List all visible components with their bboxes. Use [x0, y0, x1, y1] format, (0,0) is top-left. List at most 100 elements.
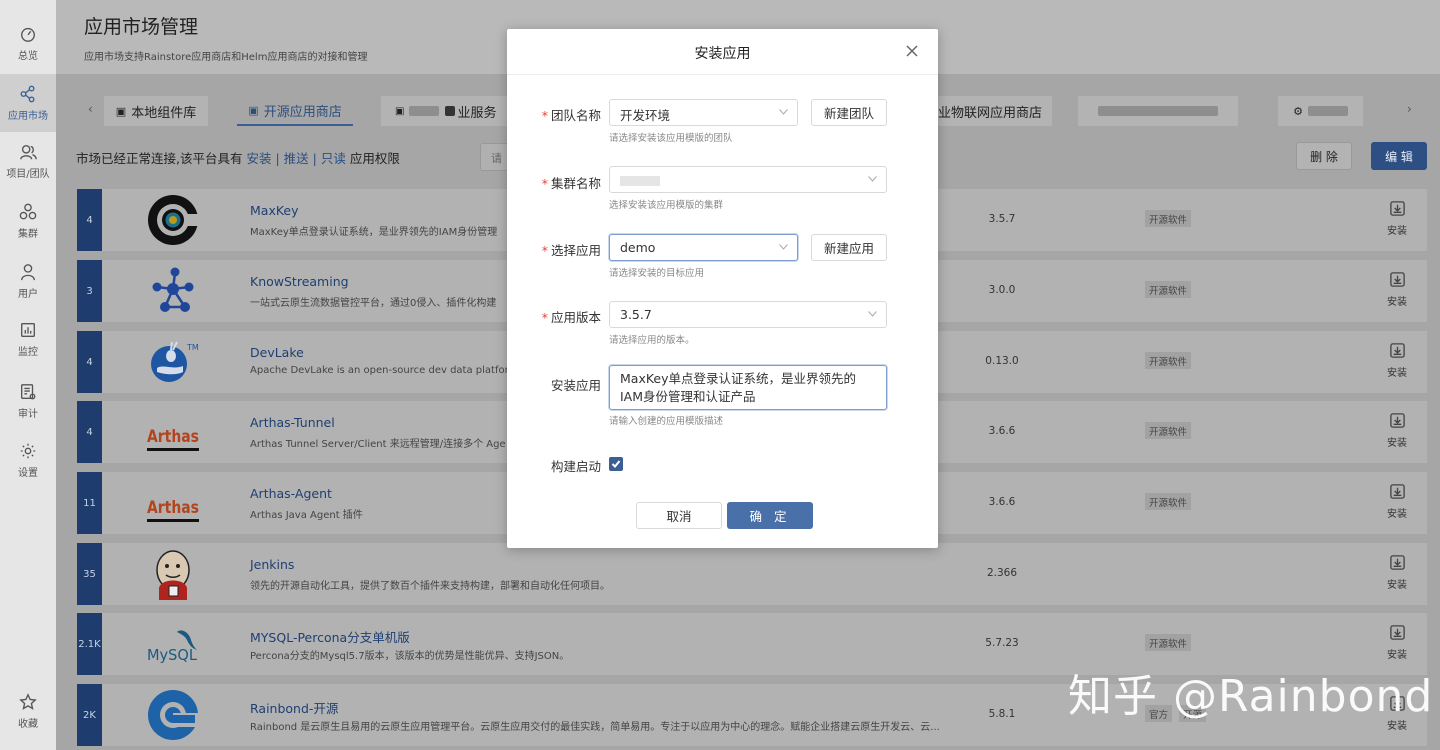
- required-mark: *: [541, 176, 548, 191]
- app-select[interactable]: demo: [609, 234, 798, 261]
- app-label: * 选择应用: [531, 240, 601, 259]
- sidebar-item-label: 用户: [18, 288, 38, 300]
- app-version: 0.13.0: [985, 355, 1019, 367]
- mysql-logo: MySQL: [147, 630, 198, 664]
- tag-badge: 开源软件: [1145, 422, 1192, 439]
- app-help: 请选择安装的目标应用: [609, 268, 705, 279]
- tag-badge: 开源软件: [1145, 352, 1192, 369]
- tab-redacted-store-2[interactable]: ⚙: [1278, 96, 1363, 126]
- app-name[interactable]: DevLake: [250, 345, 304, 360]
- permission-install: 安装: [246, 151, 272, 166]
- close-button[interactable]: [905, 43, 923, 61]
- install-label: 安装: [1387, 650, 1407, 661]
- tab-open-source-store[interactable]: ▣ 开源应用商店: [237, 96, 353, 126]
- gear-icon: [20, 443, 36, 458]
- team-icon: [20, 144, 37, 159]
- install-button[interactable]: 安装: [1382, 412, 1412, 449]
- permission-suffix: 应用权限: [349, 151, 400, 166]
- arthas-logo: Arthas: [147, 498, 199, 522]
- sidebar-item-overview[interactable]: 总览: [0, 14, 56, 72]
- install-button[interactable]: 安装: [1382, 200, 1412, 237]
- tag-badge: 开源软件: [1145, 634, 1192, 651]
- new-app-button[interactable]: 新建应用: [811, 234, 887, 261]
- monitor-icon: [21, 322, 35, 337]
- app-name[interactable]: Arthas-Tunnel: [250, 415, 335, 430]
- redacted-text: [620, 175, 660, 186]
- sidebar-item-monitor[interactable]: 监控: [0, 310, 56, 368]
- install-button[interactable]: 安装: [1382, 271, 1412, 308]
- install-count-badge: 4: [77, 401, 102, 463]
- modal-title: 安装应用: [694, 46, 751, 62]
- sidebar-item-cluster[interactable]: 集群: [0, 192, 56, 250]
- app-name[interactable]: MYSQL-Percona分支单机版: [250, 627, 410, 646]
- app-description: 领先的开源自动化工具，提供了数百个插件来支持构建，部署和自动化任何项目。: [250, 581, 610, 592]
- jenkins-logo: [156, 550, 190, 600]
- tab-partial-service[interactable]: ▣ 业服务: [381, 96, 521, 126]
- app-version: 5.7.23: [985, 637, 1019, 649]
- store-icon: ▣: [395, 105, 405, 117]
- select-value: 开发环境: [620, 108, 671, 123]
- app-description: Apache DevLake is an open-source dev dat…: [250, 365, 519, 376]
- field-label: 应用版本: [550, 310, 601, 325]
- rainbond-logo: [148, 690, 199, 740]
- sidebar-item-settings[interactable]: 设置: [0, 431, 56, 489]
- check-icon: [611, 460, 621, 468]
- app-version: 5.8.1: [988, 708, 1016, 720]
- app-name[interactable]: Jenkins: [250, 557, 294, 572]
- sidebar-item-favorites[interactable]: 收藏: [0, 682, 56, 740]
- field-label: 集群名称: [550, 176, 601, 191]
- watermark: 知乎 @Rainbond: [1068, 671, 1434, 722]
- confirm-button[interactable]: 确 定: [727, 502, 813, 529]
- app-name[interactable]: MaxKey: [250, 203, 299, 218]
- tab-iot-store[interactable]: 业物联网应用商店: [928, 96, 1052, 126]
- tab-next-arrow[interactable]: ›: [1407, 102, 1412, 116]
- devlake-logo: TM: [151, 341, 199, 382]
- new-team-button[interactable]: 新建团队: [811, 99, 887, 126]
- app-description: Arthas Tunnel Server/Client 来远程管理/连接多个 A…: [250, 439, 506, 450]
- tag-badge: 开源软件: [1145, 210, 1192, 227]
- sidebar-item-label: 集群: [18, 228, 38, 240]
- chevron-down-icon: [868, 176, 877, 182]
- sidebar-item-label: 设置: [18, 467, 38, 479]
- install-count-badge: 35: [77, 543, 102, 605]
- install-button[interactable]: 安装: [1382, 554, 1412, 591]
- required-mark: *: [541, 310, 548, 325]
- dashboard-icon: [21, 27, 35, 42]
- app-name[interactable]: KnowStreaming: [250, 274, 349, 289]
- delete-button[interactable]: 删 除: [1296, 142, 1352, 170]
- app-name[interactable]: Arthas-Agent: [250, 486, 332, 501]
- cluster-select[interactable]: [609, 166, 887, 193]
- sidebar: 总览 应用市场 项目/团队 集群 用户 监控 审计 设置 收藏: [0, 0, 56, 750]
- build-start-checkbox[interactable]: [609, 457, 623, 471]
- cancel-button[interactable]: 取消: [636, 502, 722, 529]
- maxkey-logo: [148, 195, 199, 245]
- app-version: 3.6.6: [988, 496, 1016, 508]
- chevron-down-icon: [868, 311, 877, 317]
- version-select[interactable]: 3.5.7: [609, 301, 887, 328]
- sidebar-item-audit[interactable]: 审计: [0, 372, 56, 430]
- sidebar-item-team[interactable]: 项目/团队: [0, 132, 56, 190]
- tag-badge: 开源软件: [1145, 281, 1192, 298]
- install-label: 安装: [1387, 509, 1407, 520]
- install-button[interactable]: 安装: [1382, 342, 1412, 379]
- install-button[interactable]: 安装: [1382, 624, 1412, 661]
- team-select[interactable]: 开发环境: [609, 99, 798, 126]
- table-row[interactable]: 35 Jenkins 领先的开源自动化工具，提供了数百个插件来支持构建，部署和自…: [77, 543, 1427, 605]
- install-button[interactable]: 安装: [1382, 483, 1412, 520]
- app-name[interactable]: Rainbond-开源: [250, 698, 338, 717]
- sidebar-item-app-market[interactable]: 应用市场: [0, 74, 56, 132]
- tab-prev-arrow[interactable]: ‹: [88, 102, 93, 116]
- install-count-badge: 2K: [77, 684, 102, 746]
- tab-label: 本地组件库: [131, 105, 197, 121]
- tab-redacted-store[interactable]: [1078, 96, 1238, 126]
- sidebar-item-user[interactable]: 用户: [0, 252, 56, 310]
- tab-local-library[interactable]: ▣ 本地组件库: [104, 96, 208, 126]
- app-description: Rainbond 是云原生且易用的云原生应用管理平台。云原生应用交付的最佳实践，…: [250, 722, 940, 733]
- description-textarea[interactable]: MaxKey单点登录认证系统，是业界领先的IAM身份管理和认证产品: [609, 365, 887, 410]
- field-label: 选择应用: [550, 243, 601, 258]
- redacted-text: [1307, 106, 1348, 116]
- logo-text: Arthas: [147, 498, 199, 518]
- edit-button[interactable]: 编 辑: [1371, 142, 1427, 170]
- audit-icon: [21, 383, 36, 399]
- download-icon: [1389, 555, 1405, 570]
